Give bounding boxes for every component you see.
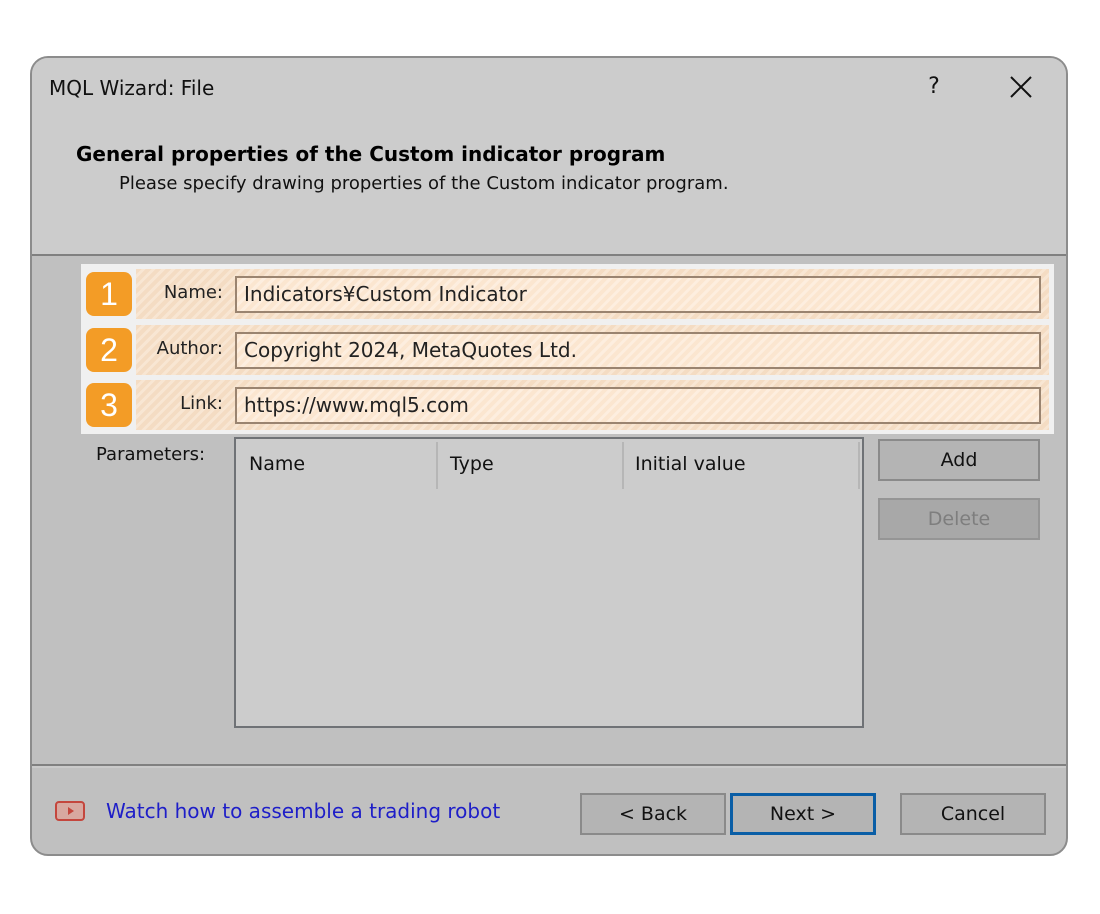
help-button[interactable]: ? [922, 72, 946, 102]
parameters-label: Parameters: [96, 444, 206, 465]
page-heading: General properties of the Custom indicat… [76, 142, 666, 166]
column-separator[interactable] [622, 442, 624, 489]
cancel-button[interactable]: Cancel [900, 793, 1046, 835]
next-button[interactable]: Next > [730, 793, 876, 835]
step-badge-3: 3 [86, 383, 132, 427]
link-label: Link: [180, 393, 223, 414]
dialog-header: MQL Wizard: File ? General properties of… [32, 58, 1066, 256]
column-header-name[interactable]: Name [249, 453, 305, 475]
close-button[interactable] [1006, 72, 1036, 102]
name-field[interactable]: Indicators¥Custom Indicator [235, 276, 1041, 313]
back-button[interactable]: < Back [580, 793, 726, 835]
name-row: 1 Name: Indicators¥Custom Indicator [81, 269, 1049, 319]
column-separator[interactable] [436, 442, 438, 489]
author-label: Author: [156, 338, 223, 359]
close-icon [1010, 76, 1032, 98]
column-separator[interactable] [858, 442, 860, 489]
link-field[interactable]: https://www.mql5.com [235, 387, 1041, 424]
video-play-icon[interactable] [55, 801, 85, 821]
add-button[interactable]: Add [878, 439, 1040, 481]
row-highlight: Link: https://www.mql5.com [136, 380, 1049, 430]
watch-video-link[interactable]: Watch how to assemble a trading robot [106, 799, 500, 823]
author-row: 2 Author: Copyright 2024, MetaQuotes Ltd… [81, 325, 1049, 375]
row-highlight: Name: Indicators¥Custom Indicator [136, 269, 1049, 319]
highlighted-fields-group: 1 Name: Indicators¥Custom Indicator 2 Au… [81, 264, 1054, 434]
window-title: MQL Wizard: File [49, 76, 215, 100]
mql-wizard-dialog: MQL Wizard: File ? General properties of… [30, 56, 1068, 856]
link-row: 3 Link: https://www.mql5.com [81, 380, 1049, 430]
footer-divider-highlight [32, 766, 1066, 768]
name-label: Name: [163, 282, 223, 303]
page-subheading: Please specify drawing properties of the… [119, 173, 729, 194]
delete-button[interactable]: Delete [878, 498, 1040, 540]
column-header-type[interactable]: Type [450, 453, 494, 475]
step-badge-1: 1 [86, 272, 132, 316]
parameters-table[interactable]: Name Type Initial value [234, 437, 864, 728]
column-header-initial-value[interactable]: Initial value [635, 453, 746, 475]
step-badge-2: 2 [86, 328, 132, 372]
row-highlight: Author: Copyright 2024, MetaQuotes Ltd. [136, 325, 1049, 375]
author-field[interactable]: Copyright 2024, MetaQuotes Ltd. [235, 332, 1041, 369]
